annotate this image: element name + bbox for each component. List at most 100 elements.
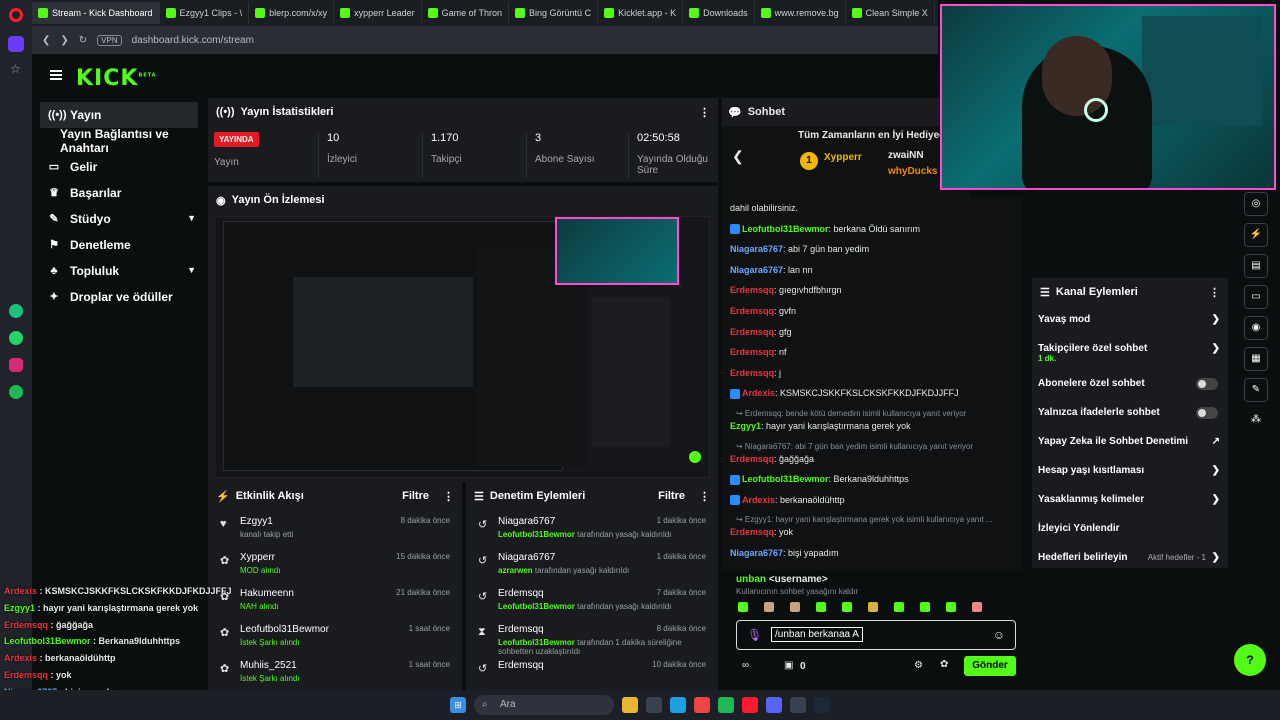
whatsapp-icon[interactable] (9, 331, 23, 345)
chat-bubble-icon[interactable]: ▭ (1244, 285, 1268, 309)
reload-icon[interactable]: ↻ (79, 35, 87, 46)
browser-tab[interactable]: Ezgyy1 Clips - \ (160, 2, 250, 24)
emote-icon[interactable] (816, 602, 826, 612)
emote-icon[interactable] (868, 602, 878, 612)
actions-more-icon[interactable]: ⋮ (1209, 286, 1220, 299)
chat-username[interactable]: Ardexis (742, 388, 775, 398)
broadcast-icon[interactable]: ◉ (1244, 316, 1268, 340)
moderation-filter-button[interactable]: Filtre (658, 490, 685, 502)
browser-tab[interactable]: Game of Thron (422, 2, 510, 24)
settings-icon[interactable]: ⚙ (914, 660, 923, 671)
toggle-switch[interactable] (1196, 407, 1218, 419)
more-icon[interactable]: ⋮ (699, 106, 710, 119)
chat-username[interactable]: Niagara6767 (730, 244, 783, 254)
chat-username[interactable]: Erdemsqq (730, 327, 774, 337)
instagram-icon[interactable] (9, 358, 23, 372)
help-button[interactable]: ? (1234, 644, 1266, 676)
forward-icon[interactable]: ❯ (60, 35, 68, 46)
spotify-icon[interactable] (9, 385, 23, 399)
chat-username[interactable]: Leofutbol31Bewmor (742, 224, 829, 234)
nav-item[interactable]: ♣ Topluluk ▼ (32, 258, 204, 284)
chat-username[interactable]: Niagara6767 (730, 265, 783, 275)
spotify-icon[interactable] (718, 697, 734, 713)
nav-item[interactable]: ✦ Droplar ve ödüller (32, 284, 204, 310)
browser-tab[interactable]: Stream - Kick Dashboard (32, 2, 160, 24)
chat-username[interactable]: Leofutbol31Bewmor (742, 474, 829, 484)
chat-username[interactable]: Ezgyy1 (730, 421, 761, 431)
mic-icon[interactable]: 🎙 (747, 628, 762, 642)
back-icon[interactable]: ❮ (42, 35, 50, 46)
emote-icon[interactable] (894, 602, 904, 612)
external-link-icon[interactable]: ↗ (1212, 436, 1220, 447)
chevron-right-icon[interactable]: ❯ (1212, 314, 1220, 325)
chevron-right-icon[interactable]: ❯ (1212, 465, 1220, 476)
gifter-name-3[interactable]: whyDucks (888, 166, 937, 177)
emote-icon[interactable] (764, 602, 774, 612)
browser-tab[interactable]: Downloads (683, 2, 755, 24)
channel-action-item[interactable]: Hedefleri belirleyin ❯ Aktif hedefler - 1 (1038, 552, 1226, 563)
taskbar-search[interactable]: ⌕ Ara (474, 695, 614, 715)
channel-action-item[interactable]: Yalnızca ifadelerle sohbet (1038, 407, 1226, 419)
browser-tab[interactable]: blerp.com/x/xy (249, 2, 335, 24)
chevron-right-icon[interactable]: ❯ (1212, 552, 1220, 563)
emote-strip[interactable] (738, 602, 1018, 616)
browser-tab[interactable]: Bing Görüntü C (509, 2, 599, 24)
emote-icon[interactable] (920, 602, 930, 612)
browser-tab[interactable]: www.remove.bg (755, 2, 846, 24)
nav-item[interactable]: ♛ Başarılar (32, 180, 204, 206)
emote-icon[interactable] (738, 602, 748, 612)
nav-item[interactable]: Yayın Bağlantısı ve Anahtarı (32, 127, 204, 155)
list-item[interactable]: ✿ Xypperr MOD alındı 15 dakika önce (208, 548, 462, 582)
wrench-icon[interactable]: ✎ (1244, 378, 1268, 402)
target-icon[interactable]: ◎ (1244, 192, 1268, 216)
browser-tab[interactable]: xypperr Leader (334, 2, 422, 24)
steam-icon[interactable] (814, 697, 830, 713)
browser-tab[interactable]: Clean Simple X (846, 2, 935, 24)
chat-username[interactable]: Erdemsqq (730, 347, 774, 357)
app-icon[interactable] (646, 697, 662, 713)
gifters-back-icon[interactable]: ❮ (732, 148, 744, 165)
channel-action-item[interactable]: Yavaş mod ❯ (1038, 314, 1226, 325)
chat-username[interactable]: Erdemsqq (730, 368, 774, 378)
url-text[interactable]: dashboard.kick.com/stream (132, 35, 254, 46)
app-icon[interactable] (790, 697, 806, 713)
list-item[interactable]: ✿ Hakumeenn NAH alındı 21 dakika önce (208, 584, 462, 618)
layout-icon[interactable]: ▦ (1244, 347, 1268, 371)
channel-action-item[interactable]: Hesap yaşı kısıtlaması ❯ (1038, 465, 1226, 476)
list-item[interactable]: ⧗ Erdemsqq Leofutbol31Bewmor tarafından 1 … (466, 620, 718, 656)
opera-icon[interactable] (742, 697, 758, 713)
chat-username[interactable]: Ardexis (742, 495, 775, 505)
list-item[interactable]: ✿ Muhiis_2521 İstek Şarkı alındı 1 saat önc… (208, 656, 462, 690)
file-explorer-icon[interactable] (622, 697, 638, 713)
nav-item[interactable]: ((•)) Yayın (40, 102, 198, 128)
windows-start-icon[interactable]: ⊞ (450, 697, 466, 713)
kick-logo[interactable]: KICKBETA (76, 66, 157, 91)
emote-icon[interactable] (972, 602, 982, 612)
chevron-right-icon[interactable]: ❯ (1212, 494, 1220, 505)
list-item[interactable]: ✿ Leofutbol31Bewmor İstek Şarkı alındı 1 sa… (208, 620, 462, 654)
chat-input-text[interactable]: /unban berkanaa A (771, 627, 863, 642)
nav-item[interactable]: ▭ Gelir (32, 154, 204, 180)
puzzle-icon[interactable]: ✿ (940, 659, 948, 670)
home-icon[interactable] (8, 36, 24, 52)
list-item[interactable]: ↺ Niagara6767 Leofutbol31Bewmor tarafından… (466, 512, 718, 546)
menu-icon[interactable] (50, 70, 62, 80)
chatgpt-icon[interactable] (9, 304, 23, 318)
gifter-name-1[interactable]: Xypperr (824, 152, 862, 163)
chevron-right-icon[interactable]: ❯ (1212, 343, 1220, 354)
emote-icon[interactable] (790, 602, 800, 612)
dots-icon[interactable]: ⁂ (1244, 409, 1268, 433)
send-button[interactable]: Gönder (964, 656, 1016, 676)
list-item[interactable]: ↺ Niagara6767 azrarwen tarafından yasağı k… (466, 548, 718, 582)
emote-icon[interactable] (946, 602, 956, 612)
document-icon[interactable]: ▤ (1244, 254, 1268, 278)
activity-more-icon[interactable]: ⋮ (443, 490, 454, 503)
emoji-icon[interactable]: ☺ (993, 628, 1005, 642)
moderation-more-icon[interactable]: ⋮ (699, 490, 710, 503)
chat-username[interactable]: Erdemsqq (730, 285, 774, 295)
chevron-down-icon[interactable]: ▼ (187, 213, 196, 223)
toggle-switch[interactable] (1196, 378, 1218, 390)
stream-preview-video[interactable] (214, 216, 710, 478)
bolt-icon[interactable]: ⚡ (1244, 223, 1268, 247)
channel-action-item[interactable]: Abonelere özel sohbet (1038, 378, 1226, 390)
